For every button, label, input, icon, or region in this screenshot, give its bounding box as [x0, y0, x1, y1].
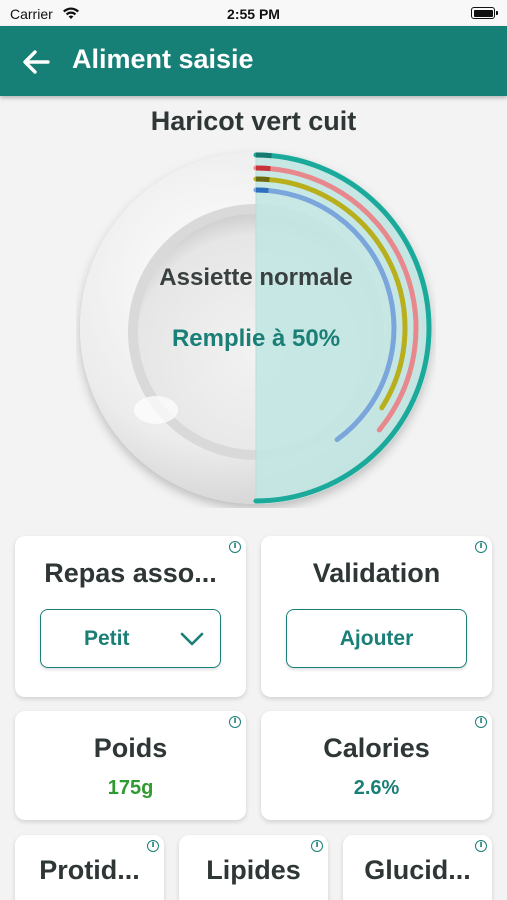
plate-type-label: Assiette normale	[159, 264, 353, 291]
info-icon[interactable]: i	[229, 541, 241, 553]
status-bar: Carrier 2:55 PM	[0, 0, 507, 26]
info-icon[interactable]: i	[229, 716, 241, 728]
card-title: Calories	[323, 733, 430, 763]
nutrient-arc-start	[255, 176, 270, 183]
plate-fill-label: Remplie à 50%	[171, 325, 341, 352]
plate-highlight	[134, 396, 178, 424]
meal-size-select[interactable]: Petit	[40, 609, 221, 668]
clock: 2:55 PM	[227, 6, 280, 22]
weight-value: 175g	[107, 777, 154, 799]
card-glucides: i Glucid...	[343, 835, 492, 900]
card-lipides: i Lipides	[179, 835, 328, 900]
food-name: Haricot vert cuit	[150, 106, 357, 136]
card-title: Poids	[93, 733, 168, 763]
card-title: Lipides	[206, 855, 301, 885]
add-button-label: Ajouter	[339, 626, 414, 650]
arrow-left-icon[interactable]	[20, 46, 52, 78]
nutrient-arc-start	[255, 152, 272, 159]
card-title: Glucid...	[364, 855, 471, 885]
nutrient-arc-start	[255, 187, 269, 194]
card-title: Repas asso...	[44, 558, 217, 588]
calories-value: 2.6%	[353, 777, 400, 799]
nutrient-arc-start	[255, 165, 271, 172]
card-repas: i Repas asso... Petit	[15, 536, 246, 697]
info-icon[interactable]: i	[475, 541, 487, 553]
card-validation: i Validation Ajouter	[261, 536, 492, 697]
info-icon[interactable]: i	[475, 840, 487, 852]
info-icon[interactable]: i	[311, 840, 323, 852]
card-poids: i Poids 175g	[15, 711, 246, 820]
info-icon[interactable]: i	[147, 840, 159, 852]
page-title: Aliment saisie	[72, 44, 254, 74]
add-button[interactable]: Ajouter	[286, 609, 467, 668]
chevron-down-icon	[180, 632, 204, 646]
battery-icon	[471, 7, 498, 19]
app-bar: Aliment saisie	[0, 26, 507, 96]
card-title: Protid...	[39, 855, 140, 885]
card-title: Validation	[312, 558, 441, 588]
card-calories: i Calories 2.6%	[261, 711, 492, 820]
meal-size-value: Petit	[84, 626, 130, 650]
card-protides: i Protid...	[15, 835, 164, 900]
info-icon[interactable]: i	[475, 716, 487, 728]
